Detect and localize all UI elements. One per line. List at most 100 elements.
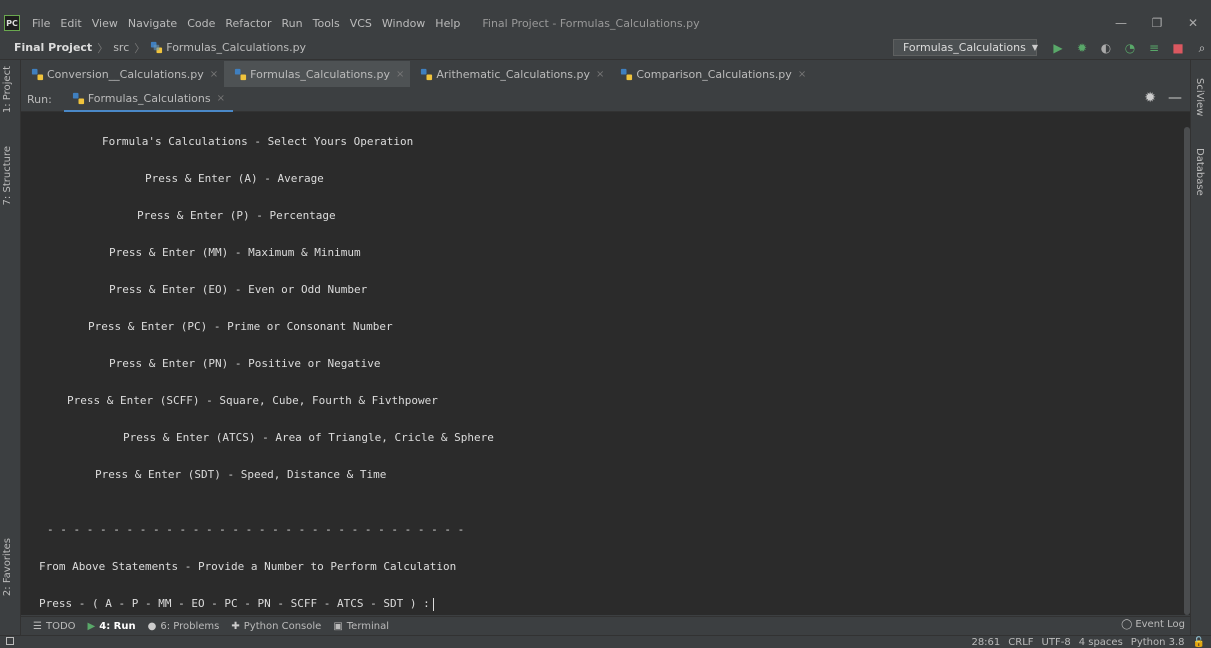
console-input-prompt[interactable]: Press - ( A - P - MM - EO - PC - PN - SC… [39,597,434,611]
tool-label: 6: Problems [160,620,220,632]
breadcrumb-project[interactable]: Final Project [14,41,92,54]
lock-icon[interactable]: 🔓 [1193,637,1205,648]
run-panel-label: Run: [27,93,52,106]
tab-arithematic-calculations[interactable]: Arithematic_Calculations.py × [410,61,610,87]
event-log-button[interactable]: ◯ Event Log [1121,619,1185,630]
window-title: Final Project - Formulas_Calculations.py [482,16,700,30]
close-tab-icon[interactable]: × [596,69,604,80]
window-top-strip [0,0,1211,10]
menu-help[interactable]: Help [435,17,460,30]
line-separator[interactable]: CRLF [1008,637,1033,648]
stop-icon[interactable]: ■ [1168,38,1188,58]
python-file-icon [31,68,44,80]
file-encoding[interactable]: UTF-8 [1042,637,1071,648]
todo-tool-button[interactable]: ☰ TODO [33,621,76,632]
python-file-icon [151,41,163,54]
event-log-label: Event Log [1135,619,1185,630]
console-line: Press & Enter (MM) - Maximum & Minimum [109,246,361,259]
close-tab-icon[interactable]: × [798,69,806,80]
sciview-tool-tab[interactable]: SciView [1194,78,1205,116]
status-bar: 28:61 CRLF UTF-8 4 spaces Python 3.8 🔓 [0,635,1211,648]
tab-comparison-calculations[interactable]: Comparison_Calculations.py × [610,61,812,87]
profile-icon[interactable]: ◔ [1120,38,1140,58]
menu-run[interactable]: Run [282,17,303,30]
rerun-icon[interactable]: ▶ [1048,38,1068,58]
status-widgets: 28:61 CRLF UTF-8 4 spaces Python 3.8 🔓 [971,636,1205,648]
python-interpreter[interactable]: Python 3.8 [1131,637,1185,648]
python-file-icon [72,92,84,105]
console-line: Press & Enter (SCFF) - Square, Cube, Fou… [67,394,438,407]
console-line: From Above Statements - Provide a Number… [39,560,457,573]
run-configuration-label: Formulas_Calculations [903,41,1026,54]
prompt-text: Press - ( A - P - MM - EO - PC - PN - SC… [39,597,430,610]
python-console-tool-button[interactable]: ✚ Python Console [231,621,321,632]
gear-icon[interactable]: ✹ [1144,90,1156,106]
indent-setting[interactable]: 4 spaces [1079,637,1123,648]
console-line: Formula's Calculations - Select Yours Op… [102,135,414,148]
menu-window[interactable]: Window [382,17,425,30]
debug-icon[interactable]: ✹ [1072,38,1092,58]
terminal-icon: ▣ [333,620,343,632]
console-line: Press & Enter (PC) - Prime or Consonant … [88,320,393,333]
console-line: Press & Enter (SDT) - Speed, Distance & … [95,468,387,481]
menu-edit[interactable]: Edit [60,17,81,30]
console-scrollbar[interactable] [1184,127,1190,615]
close-tab-icon[interactable]: × [217,93,225,104]
run-panel-header: Run: Formulas_Calculations × ✹ — [21,88,1190,112]
breadcrumb-file[interactable]: Formulas_Calculations.py [166,41,306,54]
run-toolbar: ▶ ✹ ◐ ◔ ≡ ■ ⌕ [1048,38,1211,58]
problems-tool-button[interactable]: ● 6: Problems [148,621,220,632]
restore-window-button[interactable]: ❐ [1139,10,1175,36]
terminal-tool-button[interactable]: ▣ Terminal [333,621,389,632]
run-configuration-dropdown[interactable]: Formulas_Calculations ▼ [893,39,1038,56]
favorites-tool-tab[interactable]: 2: Favorites [2,538,18,596]
run-console[interactable]: Formula's Calculations - Select Yours Op… [21,112,1190,615]
hide-panel-icon[interactable]: — [1168,90,1182,106]
run-tab-formulas-calculations[interactable]: Formulas_Calculations × [63,88,234,112]
close-tab-icon[interactable]: × [210,69,218,80]
tool-label: 4: Run [99,620,136,632]
tool-window-toggle-icon[interactable] [6,637,14,645]
tab-label: Conversion__Calculations.py [47,67,204,81]
run-tool-button[interactable]: ▶ 4: Run [88,621,136,632]
left-tool-stripe: 1: Project 7: Structure 2: Favorites [0,60,21,635]
tab-formulas-calculations[interactable]: Formulas_Calculations.py × [224,61,411,87]
python-file-icon [421,68,433,80]
menu-view[interactable]: View [92,17,118,30]
structure-tool-tab[interactable]: 7: Structure [2,146,18,205]
coverage-icon[interactable]: ◐ [1096,38,1116,58]
run-icon: ▶ [87,620,96,632]
menu-file[interactable]: File [32,17,50,30]
breadcrumb-separator: 〉 [97,41,109,55]
tab-conversion-calculations[interactable]: Conversion__Calculations.py × [21,61,224,87]
menu-refactor[interactable]: Refactor [225,17,271,30]
tab-label: Formulas_Calculations.py [250,67,390,81]
caret-position[interactable]: 28:61 [971,637,1000,648]
close-tab-icon[interactable]: × [396,69,404,80]
run-tab-label: Formulas_Calculations [87,92,211,105]
menu-code[interactable]: Code [187,17,215,30]
search-icon[interactable]: ⌕ [1192,38,1211,58]
concurrency-icon[interactable]: ≡ [1144,38,1164,58]
menu-tools[interactable]: Tools [313,17,340,30]
breadcrumb-folder[interactable]: src [113,41,129,54]
console-line: Press & Enter (A) - Average [145,172,324,185]
text-cursor [432,597,434,611]
close-window-button[interactable]: ✕ [1175,10,1211,36]
console-line: Press & Enter (PN) - Positive or Negativ… [109,357,381,370]
console-line: Press & Enter (P) - Percentage [137,209,336,222]
list-icon: ☰ [33,620,42,632]
python-file-icon [621,68,633,80]
pycharm-logo-icon: PC [4,15,20,31]
project-tool-tab[interactable]: 1: Project [2,66,18,113]
event-log-icon: ◯ [1121,619,1133,630]
python-console-icon: ✚ [231,620,240,632]
menu-navigate[interactable]: Navigate [128,17,177,30]
console-line: Press & Enter (EO) - Even or Odd Number [109,283,368,296]
bottom-tool-bar: ☰ TODO ▶ 4: Run ● 6: Problems ✚ Python C… [21,616,1190,635]
menu-vcs[interactable]: VCS [350,17,372,30]
database-tool-tab[interactable]: Database [1194,148,1205,196]
chevron-down-icon: ▼ [1031,43,1038,52]
minimize-window-button[interactable]: — [1103,10,1139,36]
python-file-icon [235,68,247,80]
